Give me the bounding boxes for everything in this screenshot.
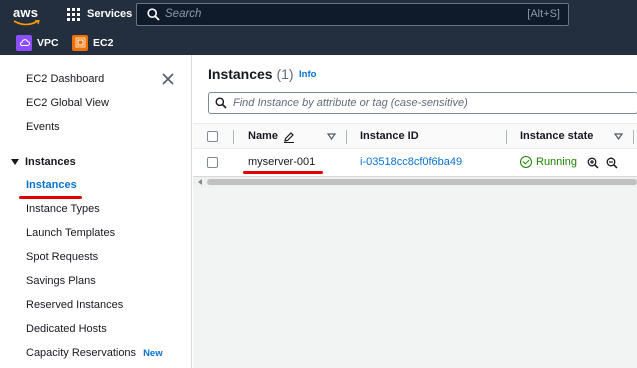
- favorite-ec2[interactable]: EC2: [72, 34, 113, 51]
- sidebar-item-savings-plans[interactable]: Savings Plans: [26, 275, 96, 287]
- sidebar: EC2 Dashboard EC2 Global View Events Ins…: [0, 55, 192, 368]
- search-icon: [215, 97, 227, 109]
- close-icon[interactable]: [161, 72, 175, 86]
- column-header-name[interactable]: Name: [248, 130, 278, 142]
- sidebar-item-reserved-instances[interactable]: Reserved Instances: [26, 299, 123, 311]
- sidebar-item-launch-templates[interactable]: Launch Templates: [26, 227, 115, 239]
- column-divider: [633, 130, 634, 144]
- favorite-vpc[interactable]: VPC: [16, 34, 59, 51]
- page-title-text: Instances: [208, 66, 273, 82]
- annotation-underline: [243, 171, 323, 174]
- scroll-left-arrow-icon[interactable]: [198, 179, 202, 185]
- edit-pencil-icon[interactable]: [283, 131, 295, 143]
- sidebar-item-instances[interactable]: Instances: [26, 179, 77, 191]
- sort-down-icon[interactable]: [614, 133, 623, 140]
- find-instance-input[interactable]: Find Instance by attribute or tag (case-…: [208, 92, 637, 114]
- select-all-checkbox[interactable]: [207, 131, 218, 142]
- search-icon: [147, 8, 160, 21]
- services-menu-button[interactable]: Services: [67, 6, 132, 22]
- services-label: Services: [87, 8, 133, 20]
- aws-smile-icon: [13, 20, 40, 26]
- sort-down-icon[interactable]: [327, 133, 336, 140]
- horizontal-scrollbar[interactable]: [193, 176, 637, 187]
- column-header-instance-id[interactable]: Instance ID: [360, 130, 419, 142]
- search-placeholder: Search: [165, 8, 202, 20]
- sidebar-section-instances[interactable]: Instances: [11, 156, 76, 168]
- sidebar-item-label: Capacity Reservations: [26, 347, 137, 359]
- scrollbar-thumb[interactable]: [207, 179, 637, 185]
- sidebar-item-spot-requests[interactable]: Spot Requests: [26, 251, 98, 263]
- instance-id-link[interactable]: i-03518cc8cf0f6ba49: [360, 156, 462, 168]
- zoom-in-icon[interactable]: [587, 157, 599, 169]
- instance-state: Running: [520, 156, 577, 168]
- aws-logo[interactable]: aws: [13, 5, 45, 27]
- sidebar-item-capacity-reservations[interactable]: Capacity Reservations New: [26, 347, 163, 359]
- table-header: Name Instance ID Instance state: [193, 123, 637, 149]
- row-select-checkbox[interactable]: [207, 157, 218, 168]
- sidebar-item-events[interactable]: Events: [26, 121, 60, 133]
- instance-state-label: Running: [536, 156, 577, 168]
- find-instance-placeholder: Find Instance by attribute or tag (case-…: [233, 97, 468, 109]
- new-badge: New: [143, 348, 163, 359]
- vpc-icon: [16, 34, 32, 51]
- aws-logo-text: aws: [13, 5, 39, 20]
- column-header-instance-state[interactable]: Instance state: [520, 130, 593, 142]
- column-divider: [233, 130, 234, 144]
- sidebar-item-instance-types[interactable]: Instance Types: [26, 203, 100, 215]
- caret-down-icon: [11, 159, 19, 165]
- main-content: Instances (1) Info Find Instance by attr…: [193, 55, 637, 368]
- sidebar-item-dedicated-hosts[interactable]: Dedicated Hosts: [26, 323, 107, 335]
- sidebar-item-ec2-global-view[interactable]: EC2 Global View: [26, 97, 109, 109]
- ec2-icon: [72, 34, 88, 51]
- favorite-ec2-label: EC2: [93, 36, 114, 49]
- global-search-input[interactable]: Search [Alt+S]: [136, 3, 569, 26]
- sidebar-item-ec2-dashboard[interactable]: EC2 Dashboard: [26, 73, 104, 85]
- instance-count: (1): [276, 66, 294, 82]
- annotation-underline: [19, 196, 82, 199]
- instances-panel: Instances (1) Info Find Instance by attr…: [193, 55, 637, 187]
- column-divider: [346, 130, 347, 144]
- instance-name: myserver-001: [248, 156, 316, 168]
- info-link[interactable]: Info: [299, 69, 316, 80]
- search-shortcut-hint: [Alt+S]: [527, 8, 560, 20]
- favorite-vpc-label: VPC: [37, 36, 59, 49]
- sidebar-section-label: Instances: [25, 156, 76, 168]
- top-navigation: aws Services Search [Alt+S] VPC EC2: [0, 0, 637, 55]
- zoom-out-icon[interactable]: [606, 157, 618, 169]
- column-divider: [506, 130, 507, 144]
- check-circle-icon: [520, 156, 532, 168]
- page-title: Instances (1): [208, 66, 294, 82]
- services-grid-icon: [67, 7, 80, 21]
